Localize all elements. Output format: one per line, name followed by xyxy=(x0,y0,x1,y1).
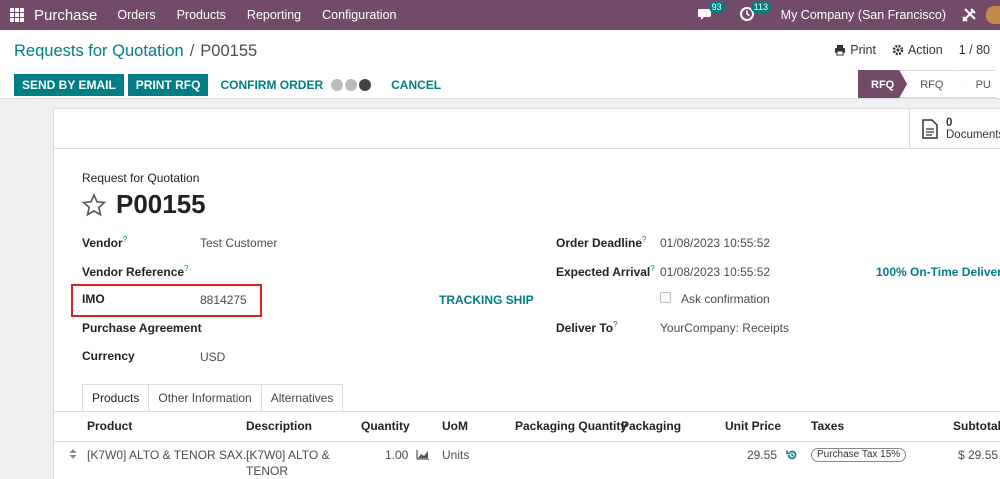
messages-badge: 93 xyxy=(708,1,725,13)
tab-other-information[interactable]: Other Information xyxy=(148,384,262,411)
order-deadline-label: Order Deadline? xyxy=(556,235,647,250)
purchase-agreement-label: Purchase Agreement xyxy=(82,321,202,335)
action-button[interactable]: Action xyxy=(892,43,943,57)
row-quantity[interactable]: 1.00 xyxy=(385,448,408,462)
currency-field[interactable]: USD xyxy=(200,350,225,364)
print-rfq-button[interactable]: PRINT RFQ xyxy=(127,74,209,96)
avatar-placeholder-icon xyxy=(331,79,344,91)
col-packaging-quantity[interactable]: Packaging Quantity xyxy=(515,419,627,433)
ask-confirmation-label: Ask confirmation xyxy=(681,292,770,306)
deliver-to-label: Deliver To? xyxy=(556,320,618,335)
avatar-placeholder-icon xyxy=(345,79,358,91)
col-description[interactable]: Description xyxy=(246,419,312,433)
title-label: Request for Quotation xyxy=(82,171,200,185)
row-uom[interactable]: Units xyxy=(442,448,469,462)
col-quantity[interactable]: Quantity xyxy=(361,419,410,433)
breadcrumb-rfq-list[interactable]: Requests for Quotation xyxy=(14,42,184,60)
user-avatar[interactable] xyxy=(986,6,1000,24)
drag-handle-icon[interactable] xyxy=(69,449,77,459)
on-time-delivery-link[interactable]: 100% On-Time Delivery xyxy=(876,265,1000,279)
approval-avatars xyxy=(331,79,373,91)
activities-button[interactable]: 113 xyxy=(739,1,772,24)
col-unit-price[interactable]: Unit Price xyxy=(725,419,781,433)
col-product[interactable]: Product xyxy=(87,419,132,433)
menu-reporting[interactable]: Reporting xyxy=(247,8,301,22)
col-taxes[interactable]: Taxes xyxy=(811,419,844,433)
imo-label: IMO xyxy=(82,292,105,306)
smart-button-bar: 0 Documents xyxy=(54,109,1000,149)
print-button[interactable]: Print xyxy=(834,43,876,57)
row-unit-price[interactable]: 29.55 xyxy=(747,448,777,462)
deliver-to-field[interactable]: YourCompany: Receipts xyxy=(660,321,789,335)
tax-tag[interactable]: Purchase Tax 15% xyxy=(811,448,907,462)
cancel-button[interactable]: CANCEL xyxy=(391,78,441,92)
avatar-dark-icon xyxy=(359,79,372,91)
gear-icon xyxy=(892,44,904,56)
messages-button[interactable]: 93 xyxy=(697,1,725,24)
imo-field[interactable]: 8814275 xyxy=(200,293,247,307)
order-deadline-field[interactable]: 01/08/2023 10:55:52 xyxy=(660,236,770,250)
company-switcher[interactable]: My Company (San Francisco) xyxy=(781,8,946,22)
vendor-label: Vendor? xyxy=(82,235,128,250)
vendor-reference-label: Vendor Reference? xyxy=(82,264,189,279)
send-by-email-button[interactable]: SEND BY EMAIL xyxy=(14,74,124,96)
currency-label: Currency xyxy=(82,349,135,363)
printer-icon xyxy=(835,45,846,56)
forecast-chart-icon[interactable] xyxy=(416,449,430,460)
tab-products[interactable]: Products xyxy=(82,384,150,411)
form-sheet: 0 Documents Request for Quotation P00155… xyxy=(53,108,1000,479)
documents-smart-button[interactable]: 0 Documents xyxy=(909,109,1000,149)
app-name[interactable]: Purchase xyxy=(34,7,97,24)
expected-arrival-field[interactable]: 01/08/2023 10:55:52 xyxy=(660,265,770,279)
control-panel: Requests for Quotation / P00155 Print Acti… xyxy=(0,30,1000,99)
menu-configuration[interactable]: Configuration xyxy=(322,8,396,22)
row-description-line1[interactable]: [K7W0] ALTO & xyxy=(246,448,330,462)
breadcrumb-current: P00155 xyxy=(200,42,258,60)
documents-count: 0 xyxy=(946,117,953,129)
breadcrumb: Requests for Quotation / P00155 xyxy=(14,42,257,61)
history-icon[interactable] xyxy=(786,449,798,461)
apps-menu-icon[interactable] xyxy=(10,8,24,22)
confirm-order-button[interactable]: CONFIRM ORDER xyxy=(220,78,323,92)
star-icon[interactable] xyxy=(82,192,106,217)
col-subtotal[interactable]: Subtotal xyxy=(953,419,1000,433)
row-description-line2[interactable]: TENOR xyxy=(246,464,288,478)
breadcrumb-separator: / xyxy=(189,42,195,60)
top-navbar: Purchase Orders Products Reporting Confi… xyxy=(0,0,1000,30)
tracking-ship-button[interactable]: TRACKING SHIP xyxy=(439,293,534,307)
menu-products[interactable]: Products xyxy=(177,8,226,22)
header-divider xyxy=(54,441,1000,442)
col-uom[interactable]: UoM xyxy=(442,419,468,433)
notebook-tabs: Products Other Information Alternatives xyxy=(82,384,344,411)
col-packaging[interactable]: Packaging xyxy=(621,419,681,433)
row-product[interactable]: [K7W0] ALTO & TENOR SAX... xyxy=(87,448,253,462)
ask-confirmation-checkbox[interactable] xyxy=(660,292,671,303)
page-title: P00155 xyxy=(116,189,206,219)
stage-rfq-sent[interactable]: RFQ SENT xyxy=(899,70,962,98)
stage-rfq[interactable]: RFQ xyxy=(858,70,907,98)
menu-orders[interactable]: Orders xyxy=(117,8,155,22)
expected-arrival-label: Expected Arrival? xyxy=(556,264,655,279)
main-menu: Orders Products Reporting Configuration xyxy=(117,8,417,22)
activities-badge: 113 xyxy=(750,1,772,13)
status-bar: RFQ RFQ SENT PU xyxy=(858,70,1000,98)
tab-alternatives[interactable]: Alternatives xyxy=(260,384,344,411)
documents-label: Documents xyxy=(946,129,1000,141)
tools-icon[interactable] xyxy=(960,6,978,24)
document-icon xyxy=(922,119,938,139)
row-subtotal: $ 29.55 xyxy=(958,448,999,462)
vendor-field[interactable]: Test Customer xyxy=(200,236,277,250)
pager-value[interactable]: 1 / 80 xyxy=(959,43,990,57)
